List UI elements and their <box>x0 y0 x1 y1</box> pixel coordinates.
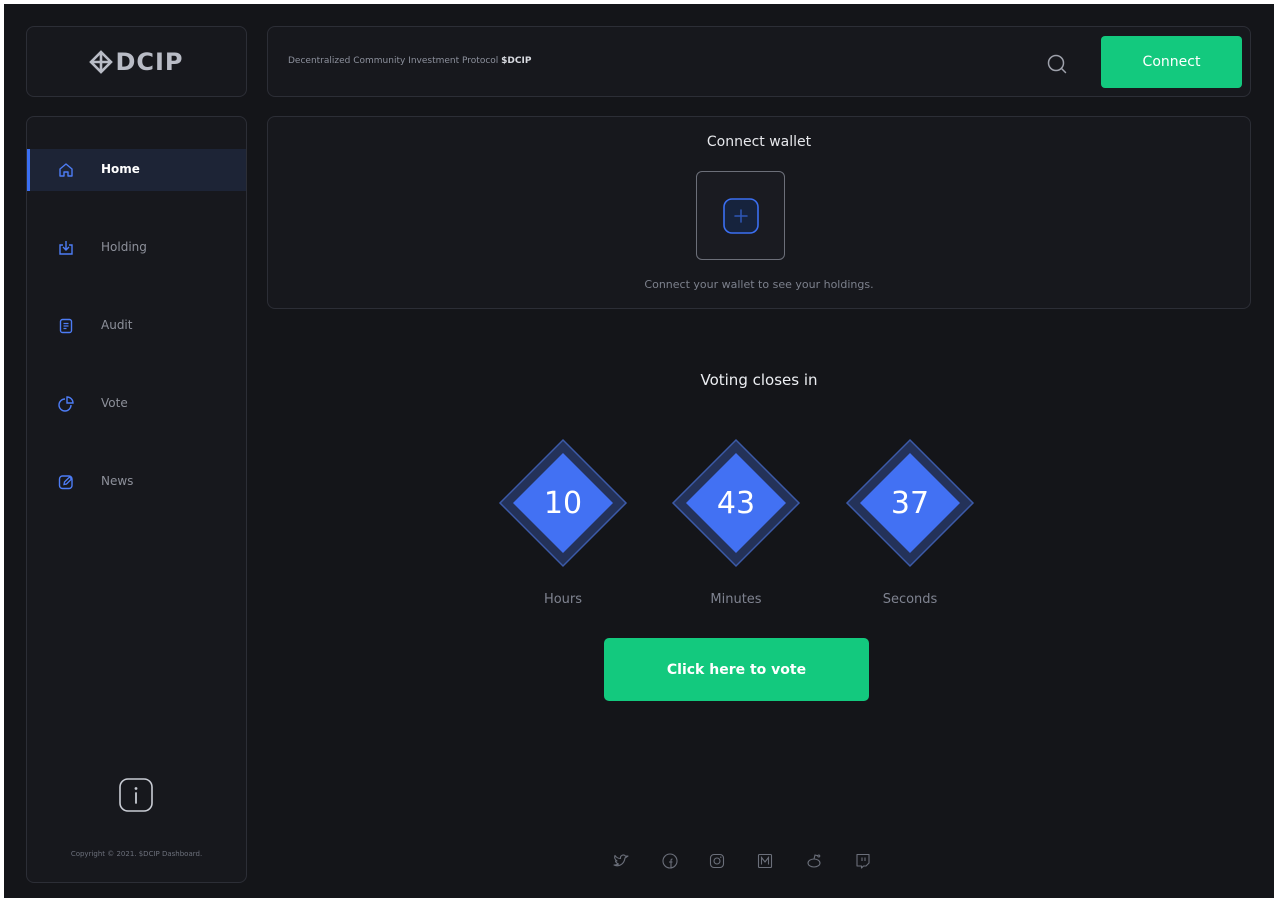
connect-wallet-panel: Connect wallet Connect your wallet to se… <box>267 116 1251 309</box>
sidebar-item-label: Home <box>101 162 140 176</box>
copyright-text: Copyright © 2021. $DCIP Dashboard. <box>70 850 203 858</box>
edit-icon <box>58 475 73 490</box>
hours-label: Hours <box>543 592 583 607</box>
sidebar-item-audit[interactable]: Audit <box>27 305 246 347</box>
plus-icon <box>722 197 759 234</box>
tagline-token: $DCIP <box>501 56 532 66</box>
header-tagline: Decentralized Community Investment Proto… <box>288 56 531 66</box>
sidebar-item-home[interactable]: Home <box>27 149 246 191</box>
info-icon[interactable] <box>118 777 154 813</box>
add-wallet-button[interactable] <box>696 171 785 260</box>
logo-box: DCIP <box>26 26 247 97</box>
pie-chart-icon <box>58 396 74 412</box>
facebook-icon[interactable] <box>661 852 679 870</box>
seconds-value: 37 <box>890 485 930 521</box>
sidebar-item-label: Vote <box>101 396 128 410</box>
download-icon <box>59 241 73 255</box>
search-icon[interactable] <box>1046 53 1068 75</box>
wallet-title: Connect wallet <box>706 134 812 150</box>
home-icon <box>59 163 73 177</box>
sidebar-item-holding[interactable]: Holding <box>27 227 246 269</box>
sidebar-item-news[interactable]: News <box>27 461 246 503</box>
logo-text: DCIP <box>115 47 184 76</box>
connect-button[interactable]: Connect <box>1101 36 1242 88</box>
sidebar: Home Holding Audit Vote News Copyright ©… <box>26 116 247 883</box>
logo-icon <box>89 49 114 74</box>
medium-icon[interactable] <box>756 852 774 870</box>
minutes-label: Minutes <box>710 592 762 607</box>
minutes-value: 43 <box>716 485 756 521</box>
app-frame: DCIP Decentralized Community Investment … <box>4 4 1274 898</box>
tagline-text: Decentralized Community Investment Proto… <box>288 56 499 66</box>
hours-value: 10 <box>543 485 583 521</box>
twitter-icon[interactable] <box>612 852 630 870</box>
hours-diamond: 10 <box>496 436 630 570</box>
instagram-icon[interactable] <box>708 852 726 870</box>
sidebar-item-vote[interactable]: Vote <box>27 383 246 425</box>
sidebar-item-label: Audit <box>101 318 133 332</box>
document-icon <box>59 318 73 334</box>
sidebar-item-label: Holding <box>101 240 147 254</box>
wallet-subtitle: Connect your wallet to see your holdings… <box>644 278 874 291</box>
top-header: Decentralized Community Investment Proto… <box>267 26 1251 97</box>
seconds-label: Seconds <box>882 592 938 607</box>
reddit-icon[interactable] <box>805 852 823 870</box>
sidebar-item-label: News <box>101 474 134 488</box>
logo[interactable]: DCIP <box>89 48 183 76</box>
vote-button[interactable]: Click here to vote <box>604 638 869 701</box>
voting-title: Voting closes in <box>700 371 818 389</box>
twitch-icon[interactable] <box>854 852 872 870</box>
seconds-diamond: 37 <box>843 436 977 570</box>
minutes-diamond: 43 <box>669 436 803 570</box>
